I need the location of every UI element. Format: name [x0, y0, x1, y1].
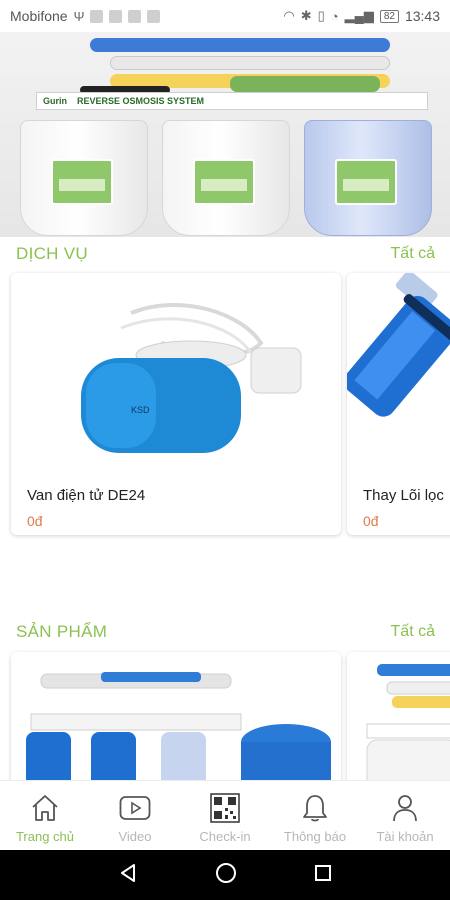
nav-label: Check-in	[199, 829, 251, 844]
filter-membrane-image	[347, 273, 450, 473]
filter-housing	[162, 120, 290, 236]
service-card[interactable]: KSD Van điện tử DE24 0đ	[11, 273, 341, 535]
carrier-name: Mobifone	[10, 8, 68, 24]
nav-item-notifications[interactable]: Thông báo	[270, 781, 360, 850]
nav-label: Video	[118, 829, 152, 844]
vibrate-icon: ▯	[317, 8, 325, 23]
nav-label: Trang chủ	[15, 829, 75, 844]
app-notification-icon	[128, 9, 142, 23]
status-right: ◠ ✱ ▯ ◔ ▂▄▆ 82 13:43	[283, 8, 440, 24]
wifi-icon: ◔	[330, 8, 339, 24]
service-price: 0đ	[363, 513, 379, 529]
ro-system-image	[347, 652, 450, 780]
filter-housing-clear	[304, 120, 432, 236]
headset-icon: ◠	[283, 8, 295, 23]
products-list[interactable]	[0, 648, 450, 780]
status-bar: Mobifone Ψ ◠ ✱ ▯ ◔ ▂▄▆ 82 13:43	[0, 0, 450, 32]
service-card[interactable]: Thay Lõi lọc 0đ	[347, 273, 450, 535]
bluetooth-icon: ✱	[300, 8, 312, 23]
usb-icon: Ψ	[73, 8, 85, 24]
brand-text: Gurin	[43, 96, 67, 106]
products-header: SẢN PHẨM Tất cả	[0, 620, 450, 644]
user-icon	[388, 791, 422, 825]
nav-item-account[interactable]: Tài khoản	[360, 781, 450, 850]
product-card[interactable]	[347, 652, 450, 780]
video-icon	[118, 791, 152, 825]
home-circle-icon[interactable]	[214, 861, 238, 890]
solenoid-valve-image: KSD	[11, 273, 341, 473]
nav-item-checkin[interactable]: Check-in	[180, 781, 270, 850]
back-icon[interactable]	[117, 862, 139, 889]
system-nav-bar	[0, 850, 450, 900]
services-see-all-link[interactable]: Tất cả	[391, 245, 435, 263]
system-text: REVERSE OSMOSIS SYSTEM	[77, 96, 205, 106]
ro-system-image	[11, 652, 341, 780]
service-name: Thay Lõi lọc	[363, 487, 444, 504]
bottom-nav: Trang chủ Video Check-in Thông báo Tài k	[0, 780, 450, 850]
bell-icon	[298, 791, 332, 825]
notification-icon	[90, 9, 104, 23]
banner-carousel[interactable]: Gurin REVERSE OSMOSIS SYSTEM	[0, 32, 450, 237]
app-notification-icon-2	[147, 9, 161, 23]
qr-code-icon	[208, 791, 242, 825]
svg-text:KSD: KSD	[131, 405, 150, 415]
nav-item-home[interactable]: Trang chủ	[0, 781, 90, 850]
battery-indicator: 82	[379, 9, 399, 23]
products-see-all-link[interactable]: Tất cả	[391, 623, 435, 641]
services-header: DỊCH VỤ Tất cả	[0, 242, 450, 266]
nav-item-video[interactable]: Video	[90, 781, 180, 850]
brand-plate: Gurin REVERSE OSMOSIS SYSTEM	[36, 92, 428, 110]
service-name: Van điện tử DE24	[27, 487, 146, 504]
status-left: Mobifone Ψ	[10, 8, 161, 24]
service-price: 0đ	[27, 513, 43, 529]
nav-label: Thông báo	[283, 829, 347, 844]
services-title: DỊCH VỤ	[16, 244, 88, 263]
message-icon	[109, 9, 123, 23]
filter-housing	[20, 120, 148, 236]
products-title: SẢN PHẨM	[16, 622, 108, 641]
clock: 13:43	[404, 8, 440, 24]
services-list[interactable]: KSD Van điện tử DE24 0đ Thay Lõi lọc 0đ	[0, 270, 450, 540]
nav-label: Tài khoản	[376, 829, 434, 844]
recents-icon[interactable]	[313, 863, 333, 888]
product-card[interactable]	[11, 652, 341, 780]
signal-icon: ▂▄▆	[344, 8, 374, 23]
home-icon	[28, 791, 62, 825]
